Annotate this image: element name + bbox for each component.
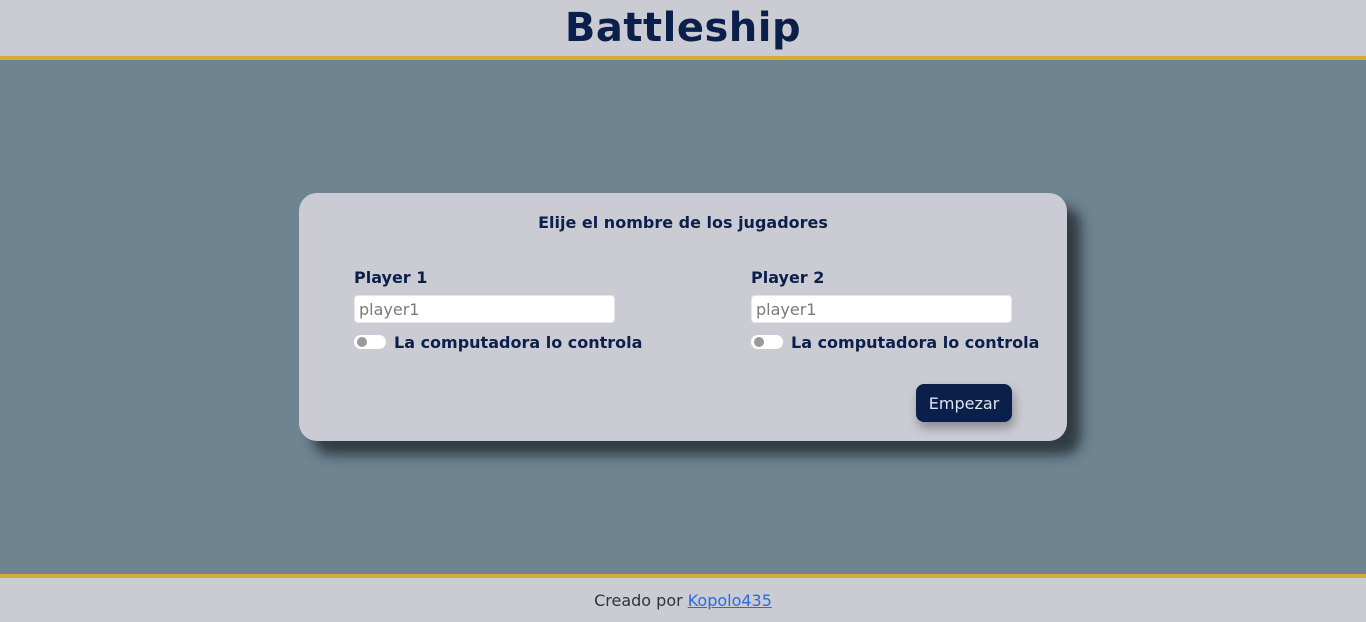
player-1-section: Player 1 La computadora lo controla [354, 267, 642, 352]
player-2-label: Player 2 [751, 268, 825, 287]
player-1-label: Player 1 [354, 268, 428, 287]
toggle-knob [357, 337, 367, 347]
player-setup-card: Elije el nombre de los jugadores Player … [299, 193, 1067, 441]
player-2-computer-toggle-row: La computadora lo controla [751, 332, 1039, 352]
toggle-knob [754, 337, 764, 347]
player-2-section: Player 2 La computadora lo controla [751, 267, 1039, 352]
player-1-computer-toggle-row: La computadora lo controla [354, 332, 642, 352]
player-1-computer-toggle-label[interactable]: La computadora lo controla [394, 333, 642, 352]
author-link[interactable]: Kopolo435 [688, 591, 772, 610]
app-title: Battleship [564, 5, 802, 51]
app-header: Battleship [0, 0, 1366, 60]
setup-title: Elije el nombre de los jugadores [538, 213, 828, 232]
player-1-name-input[interactable] [354, 295, 615, 323]
player-1-computer-toggle[interactable] [354, 335, 386, 349]
player-2-computer-toggle-label[interactable]: La computadora lo controla [791, 333, 1039, 352]
player-2-name-input[interactable] [751, 295, 1012, 323]
footer-credit-text: Creado por [594, 590, 683, 610]
main-area: Elije el nombre de los jugadores Player … [0, 60, 1366, 574]
start-game-button[interactable]: Empezar [916, 384, 1012, 422]
player-2-computer-toggle[interactable] [751, 335, 783, 349]
app-footer: Creado por Kopolo435 [0, 574, 1366, 622]
